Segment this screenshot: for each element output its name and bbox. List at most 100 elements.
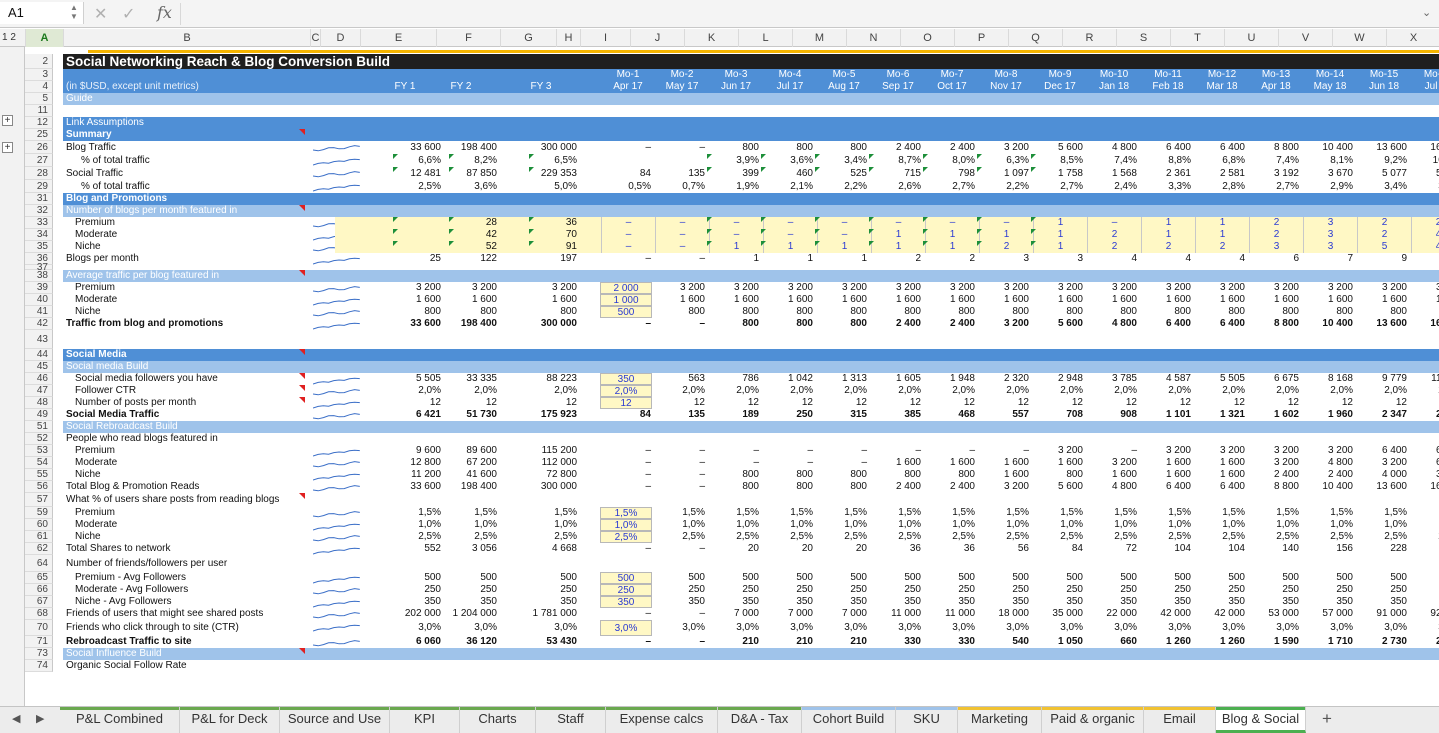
month-value[interactable]: 5 600	[1033, 481, 1087, 493]
month-value[interactable]: 1,0%	[1303, 519, 1357, 531]
month-value[interactable]: 1 568	[1087, 167, 1141, 180]
month-value[interactable]: 1	[1033, 229, 1087, 241]
month-value[interactable]: 1,5%	[925, 507, 979, 519]
month-value[interactable]: 250	[817, 584, 871, 596]
month-value[interactable]	[601, 154, 655, 167]
month-value[interactable]	[601, 555, 655, 572]
month-value[interactable]: –	[601, 543, 655, 555]
month-value[interactable]: 350	[1411, 596, 1439, 608]
month-value[interactable]: 20	[763, 543, 817, 555]
row-number[interactable]: 59	[25, 507, 53, 519]
row-number[interactable]: 45	[25, 361, 53, 373]
month-value[interactable]: 2,0%	[1303, 385, 1357, 397]
month-value[interactable]: 1 600	[1087, 294, 1141, 306]
month-value[interactable]: 4	[1411, 241, 1439, 253]
month-value[interactable]: 3,0%	[709, 620, 763, 636]
month-value[interactable]: 1,0%	[1087, 519, 1141, 531]
month-value[interactable]: 800	[763, 318, 817, 330]
month-value[interactable]: 3 200	[709, 282, 763, 294]
month-value[interactable]: 800	[1249, 306, 1303, 318]
month-value[interactable]: 1 600	[1141, 469, 1195, 481]
month-value[interactable]: 800	[817, 469, 871, 481]
month-value[interactable]: 800	[1033, 469, 1087, 481]
spreadsheet-grid[interactable]: 2 Social Networking Reach & Blog Conversi…	[25, 47, 1439, 706]
row-number[interactable]: 47	[25, 385, 53, 397]
month-value[interactable]: 2,5%	[1249, 531, 1303, 543]
month-value[interactable]	[979, 660, 1033, 672]
month-value[interactable]: 3 200	[1195, 282, 1249, 294]
month-value[interactable]: 1 042	[763, 373, 817, 385]
month-value[interactable]: 2 400	[925, 318, 979, 330]
month-value[interactable]: 500	[1357, 572, 1411, 584]
row-number[interactable]: 43	[25, 330, 53, 349]
month-value[interactable]: 7 000	[817, 608, 871, 620]
month-value[interactable]: 800	[925, 469, 979, 481]
month-value[interactable]	[1141, 433, 1195, 445]
month-value[interactable]: 350	[871, 596, 925, 608]
month-value[interactable]: 8 168	[1303, 373, 1357, 385]
month-value[interactable]: 6 400	[1141, 141, 1195, 154]
sheet-tab[interactable]: Cohort Build	[802, 707, 896, 733]
month-value[interactable]: 6 400	[1195, 318, 1249, 330]
month-value[interactable]: 7 000	[763, 608, 817, 620]
month-value[interactable]: 3,5%	[1411, 180, 1439, 193]
row-number[interactable]: 31	[25, 193, 53, 205]
fy-value[interactable]: 2,5%	[421, 531, 501, 543]
month-value[interactable]: 1 260	[1195, 636, 1249, 648]
table-row[interactable]: 68 Friends of users that might see shared…	[25, 608, 1439, 620]
month-value[interactable]: 1,0%	[1249, 519, 1303, 531]
month-value[interactable]: 1,9%	[709, 180, 763, 193]
chevron-down-icon[interactable]: ⌄	[1422, 6, 1431, 19]
month-value[interactable]	[763, 433, 817, 445]
month-value[interactable]: 3 200	[1195, 445, 1249, 457]
fy-value[interactable]: 300 000	[501, 481, 581, 493]
month-value[interactable]: 500	[655, 572, 709, 584]
month-value[interactable]: 1,0%	[763, 519, 817, 531]
month-value[interactable]: 11 000	[925, 608, 979, 620]
table-row[interactable]: 35Niche145291––11111212223354	[25, 241, 1439, 253]
month-value[interactable]: 1,0%	[817, 519, 871, 531]
month-value[interactable]: 1,5%	[600, 507, 652, 519]
fy-value[interactable]: 1,0%	[501, 519, 581, 531]
sheet-tab[interactable]: Staff	[536, 707, 606, 733]
month-value[interactable]: 1 590	[1249, 636, 1303, 648]
month-value[interactable]: 1,5%	[871, 507, 925, 519]
month-value[interactable]: 2,0%	[871, 385, 925, 397]
fy-value[interactable]: 6,5%	[501, 154, 581, 167]
month-value[interactable]: 2,0%	[763, 385, 817, 397]
month-value[interactable]: –	[763, 457, 817, 469]
month-value[interactable]	[871, 493, 925, 507]
row-number[interactable]: 12	[25, 117, 53, 129]
fy-value[interactable]: 52	[421, 241, 501, 253]
row-number[interactable]: 42	[25, 318, 53, 330]
table-row[interactable]: 26 Blog Traffic 33 600 198 400 300 000– –800 8…	[25, 141, 1439, 154]
month-value[interactable]: 250	[1303, 584, 1357, 596]
month-value[interactable]: 3,0%	[871, 620, 925, 636]
month-value[interactable]: 350	[1357, 596, 1411, 608]
table-row[interactable]: 3 Mo-1 Mo-2 Mo-3 Mo-4 Mo-5 Mo-6 Mo-7 Mo-8 Mo-9 Mo-…	[25, 69, 1439, 81]
table-row[interactable]: 5 Guide	[25, 93, 1439, 105]
month-value[interactable]: 250	[1033, 584, 1087, 596]
month-value[interactable]	[1033, 555, 1087, 572]
month-value[interactable]: 1,0%	[1357, 519, 1411, 531]
month-value[interactable]	[1411, 555, 1439, 572]
month-value[interactable]: 1 313	[817, 373, 871, 385]
month-value[interactable]: 1	[1195, 217, 1249, 229]
month-value[interactable]: 350	[979, 596, 1033, 608]
month-value[interactable]: 7 000	[709, 608, 763, 620]
table-row[interactable]: 45 Social media Build	[25, 361, 1439, 373]
month-value[interactable]: 1 600	[979, 457, 1033, 469]
name-box-stepper-icon[interactable]: ▲ ▼	[70, 3, 78, 21]
fy-value[interactable]: 36	[501, 217, 581, 229]
table-row[interactable]: 4 (in $USD, except unit metrics) FY 1 FY 2F…	[25, 81, 1439, 93]
sheet-tab[interactable]: Paid & organic	[1042, 707, 1144, 733]
month-value[interactable]	[709, 660, 763, 672]
month-value[interactable]: 8,5%	[1033, 154, 1087, 167]
month-value[interactable]: 1 600	[1033, 457, 1087, 469]
month-value[interactable]	[1033, 433, 1087, 445]
column-header-d[interactable]: D	[320, 29, 360, 47]
month-value[interactable]: 1 321	[1195, 409, 1249, 421]
month-value[interactable]: 350	[709, 596, 763, 608]
month-value[interactable]: 3,0%	[817, 620, 871, 636]
month-value[interactable]: 798	[925, 167, 979, 180]
